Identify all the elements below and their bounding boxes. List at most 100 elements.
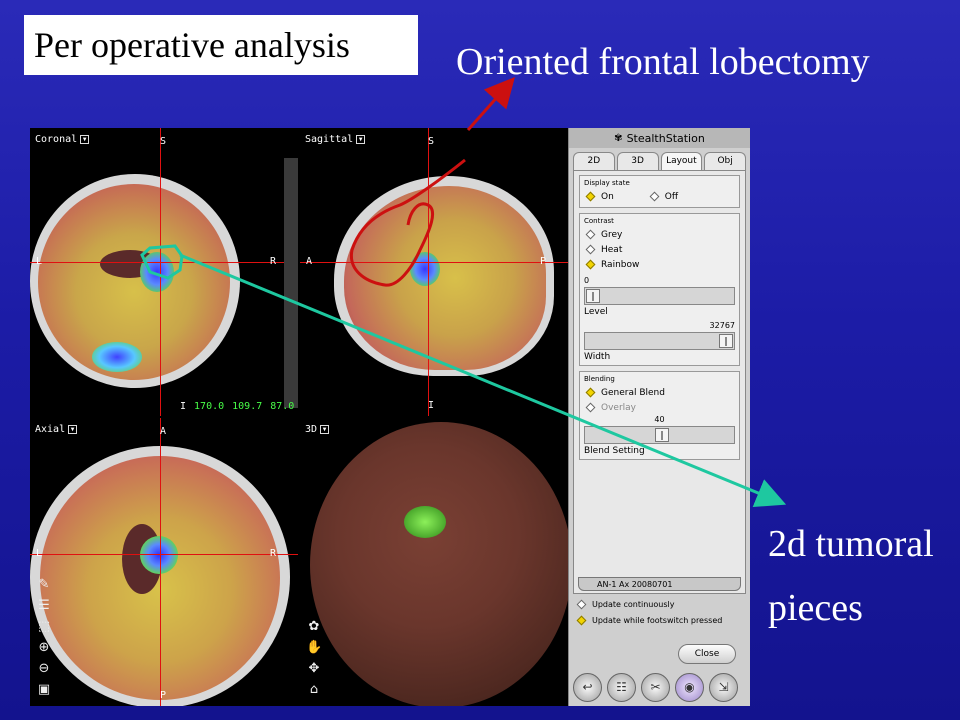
general-blend-label: General Blend xyxy=(601,387,665,398)
coronal-label[interactable]: Coronal ▼ xyxy=(35,134,90,145)
tab-2d[interactable]: 2D xyxy=(573,152,615,170)
radio-heat[interactable] xyxy=(585,244,596,255)
display-state-group: Display state On Off xyxy=(579,175,740,208)
coord-z: 87.0 xyxy=(270,401,295,412)
home-icon[interactable]: ⌂ xyxy=(306,682,322,698)
radio-update-continuously[interactable] xyxy=(576,599,587,609)
blend-slider[interactable] xyxy=(584,426,735,444)
radio-overlay[interactable] xyxy=(585,402,596,413)
zoom-out-icon[interactable]: ⊖ xyxy=(36,661,52,677)
tools-icon[interactable]: ✂ xyxy=(641,673,670,702)
close-button[interactable]: Close xyxy=(678,644,736,664)
tab-obj[interactable]: Obj xyxy=(704,152,746,170)
bottom-toolbar: ↩ ☷ ✂ ◉ ⇲ xyxy=(573,673,738,702)
tab-3d[interactable]: 3D xyxy=(616,152,659,170)
contrast-title: Contrast xyxy=(584,217,614,225)
app-title: StealthStation xyxy=(626,131,705,145)
hand-icon[interactable]: ✋ xyxy=(306,640,322,656)
chevron-down-icon[interactable]: ▼ xyxy=(320,425,330,434)
panel-header: ✾ StealthStation xyxy=(569,128,750,148)
move-icon[interactable]: ✥ xyxy=(306,661,322,677)
level-slider-thumb[interactable] xyxy=(586,289,600,303)
panel-tabs: 2D 3D Layout Obj xyxy=(569,148,750,170)
blend-caption: Blend Setting xyxy=(584,446,645,456)
coronal-orient-right: R xyxy=(270,256,277,267)
red-arrow xyxy=(466,77,515,131)
coronal-brainstem xyxy=(92,342,142,372)
coronal-tumor xyxy=(140,252,174,292)
update-footswitch-row[interactable]: Update while footswitch pressed xyxy=(569,612,750,628)
radio-rainbow[interactable] xyxy=(585,259,596,270)
chevron-down-icon[interactable]: ▼ xyxy=(356,135,366,144)
chevron-down-icon[interactable]: ▼ xyxy=(80,135,90,144)
contrast-grey-label: Grey xyxy=(601,229,623,240)
axial-orient-top: A xyxy=(160,426,167,437)
blending-group: Blending General Blend Overlay 40 Blend … xyxy=(579,371,740,460)
level-slider[interactable] xyxy=(584,287,735,305)
contrast-grey-row[interactable]: Grey xyxy=(584,227,735,242)
blend-slider-thumb[interactable] xyxy=(655,428,669,442)
sagittal-label[interactable]: Sagittal ▼ xyxy=(305,134,366,145)
sagittal-orient-left: A xyxy=(306,256,313,267)
slide-title: Per operative analysis xyxy=(24,15,418,75)
contrast-rainbow-row[interactable]: Rainbow xyxy=(584,257,735,272)
chevron-down-icon[interactable]: ▼ xyxy=(68,425,78,434)
list-icon[interactable]: ☰ xyxy=(36,598,52,614)
contrast-heat-row[interactable]: Heat xyxy=(584,242,735,257)
radio-update-footswitch[interactable] xyxy=(576,615,587,625)
update-continuously-row[interactable]: Update continuously xyxy=(569,596,750,612)
axial-tumor xyxy=(140,536,178,574)
sagittal-crosshair-h xyxy=(300,262,568,263)
coronal-orient-left: L xyxy=(36,256,43,267)
radio-grey[interactable] xyxy=(585,229,596,240)
blend-general-row[interactable]: General Blend xyxy=(584,385,735,400)
callout-frontal-lobectomy: Oriented frontal lobectomy xyxy=(456,41,870,83)
blending-title: Blending xyxy=(584,375,615,383)
3d-viewport[interactable]: 3D ▼ ✿ ✋ ✥ ⌂ xyxy=(300,418,568,706)
contrast-rainbow-label: Rainbow xyxy=(601,259,640,270)
width-slider[interactable] xyxy=(584,332,735,350)
axial-crosshair-h xyxy=(30,554,298,555)
navigation-screen: Coronal ▼ S L R I 170.0 109.7 87.0 Sagitt… xyxy=(30,128,750,706)
zoom-in-icon[interactable]: ⊕ xyxy=(36,640,52,656)
tab-layout[interactable]: Layout xyxy=(660,152,703,170)
radio-on-label: On xyxy=(601,191,614,202)
radio-off[interactable] xyxy=(649,191,660,202)
sagittal-viewport[interactable]: Sagittal ▼ S A P I xyxy=(300,128,568,416)
3d-head-surface xyxy=(310,422,568,706)
dataset-tab[interactable]: AN-1 Ax 20080701 xyxy=(578,577,741,591)
panel-body: Display state On Off Contrast Grey Heat … xyxy=(573,170,746,594)
update-footswitch-label: Update while footswitch pressed xyxy=(592,615,723,625)
palette-icon[interactable]: ✿ xyxy=(306,619,322,635)
3d-tumor-surface xyxy=(404,506,446,538)
radio-off-label: Off xyxy=(664,191,679,202)
exit-icon[interactable]: ⇲ xyxy=(709,673,738,702)
blend-overlay-row[interactable]: Overlay xyxy=(584,400,735,415)
overlay-label: Overlay xyxy=(601,402,636,413)
window-icon[interactable]: ▣ xyxy=(36,682,52,698)
contrast-group: Contrast Grey Heat Rainbow 0 Level 32767… xyxy=(579,213,740,366)
axial-orient-right: R xyxy=(270,548,277,559)
width-caption: Width xyxy=(584,352,611,362)
display-state-title: Display state xyxy=(584,179,630,187)
camera-icon[interactable]: ◉ xyxy=(675,673,704,702)
radio-on[interactable] xyxy=(585,191,596,202)
paperclip-icon[interactable]: ✎ xyxy=(36,577,52,593)
checklist-icon[interactable]: ☷ xyxy=(607,673,636,702)
medtronic-logo-icon: ✾ xyxy=(614,132,623,144)
axial-label-text: Axial xyxy=(35,424,66,435)
sagittal-crosshair-v xyxy=(428,128,429,416)
back-icon[interactable]: ↩ xyxy=(573,673,602,702)
axial-label[interactable]: Axial ▼ xyxy=(35,424,78,435)
3d-label[interactable]: 3D ▼ xyxy=(305,424,330,435)
radio-general-blend[interactable] xyxy=(585,387,596,398)
width-value: 32767 xyxy=(709,321,735,330)
width-slider-thumb[interactable] xyxy=(719,334,733,348)
coronal-viewport[interactable]: Coronal ▼ S L R I 170.0 109.7 87.0 xyxy=(30,128,298,416)
select-icon[interactable]: ⬚ xyxy=(36,619,52,635)
update-continuously-label: Update continuously xyxy=(592,599,675,609)
callout-tumoral-line2: pieces xyxy=(768,587,863,629)
3d-label-text: 3D xyxy=(305,424,318,435)
blend-value: 40 xyxy=(654,415,665,424)
axial-viewport[interactable]: Axial ▼ A L R P ✎ ☰ ⬚ ⊕ ⊖ ▣ xyxy=(30,418,298,706)
